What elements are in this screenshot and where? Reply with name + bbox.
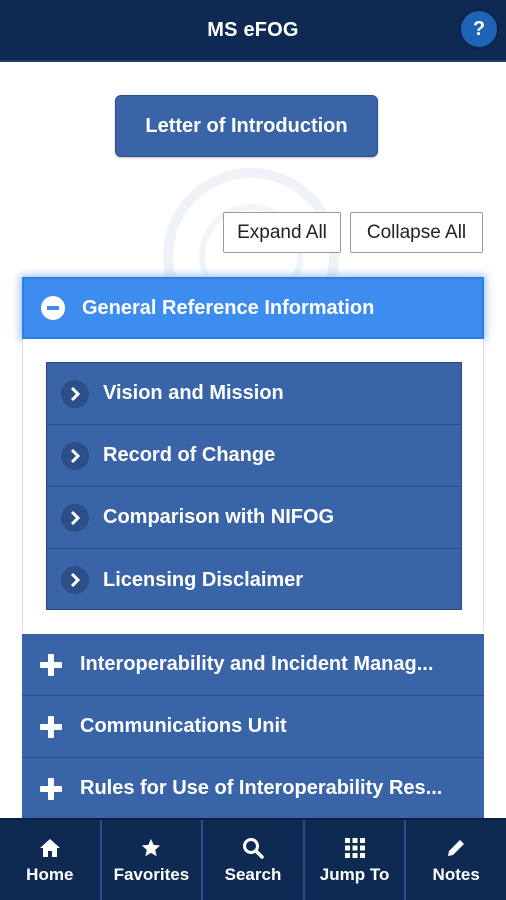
nav-label: Notes bbox=[432, 865, 480, 884]
home-icon bbox=[39, 835, 61, 861]
subitem-label: Licensing Disclaimer bbox=[103, 568, 304, 591]
nav-home[interactable]: Home bbox=[0, 820, 102, 900]
search-icon bbox=[242, 835, 264, 861]
section-general-reference[interactable]: General Reference Information bbox=[22, 277, 484, 339]
section-label: General Reference Information bbox=[82, 296, 375, 319]
subitem-label: Record of Change bbox=[103, 444, 276, 466]
app-header: MS eFOG ? bbox=[0, 0, 506, 62]
nav-jump-to[interactable]: Jump To bbox=[305, 820, 407, 900]
plus-icon bbox=[40, 715, 62, 738]
nav-label: Jump To bbox=[319, 865, 390, 884]
nav-search[interactable]: Search bbox=[203, 820, 305, 900]
app-title: MS eFOG bbox=[207, 18, 299, 41]
nav-notes[interactable]: Notes bbox=[406, 820, 506, 900]
nav-label: Search bbox=[224, 865, 282, 884]
subitem-label: Vision and Mission bbox=[103, 382, 284, 404]
section-label: Interoperability and Incident Manag... bbox=[80, 653, 434, 675]
subitem-label: Comparison with NIFOG bbox=[103, 506, 335, 528]
expand-all-button[interactable]: Expand All bbox=[223, 212, 341, 253]
help-button[interactable]: ? bbox=[459, 9, 499, 49]
plus-icon bbox=[40, 777, 62, 800]
subitem-record-of-change[interactable]: Record of Change bbox=[47, 425, 461, 487]
chevron-right-icon bbox=[61, 441, 89, 470]
subitem-list: Vision and Mission Record of Change Comp… bbox=[46, 362, 462, 610]
chevron-right-icon bbox=[61, 503, 89, 532]
nav-label: Home bbox=[26, 865, 74, 884]
section-rules-for-use[interactable]: Rules for Use of Interoperability Res... bbox=[22, 758, 484, 820]
subitem-comparison-with-nifog[interactable]: Comparison with NIFOG bbox=[47, 487, 461, 549]
chevron-right-icon bbox=[61, 566, 89, 594]
minus-icon bbox=[41, 296, 65, 320]
collapse-all-button[interactable]: Collapse All bbox=[350, 212, 483, 253]
letter-of-introduction-button[interactable]: Letter of Introduction bbox=[115, 95, 378, 157]
bottom-nav: Home Favorites Search Jump To Notes bbox=[0, 818, 506, 900]
help-icon: ? bbox=[472, 17, 486, 40]
subitem-licensing-disclaimer[interactable]: Licensing Disclaimer bbox=[47, 549, 461, 611]
plus-icon bbox=[40, 653, 62, 676]
chevron-right-icon bbox=[61, 379, 89, 408]
section-label: Rules for Use of Interoperability Res... bbox=[80, 777, 443, 799]
section-interoperability[interactable]: Interoperability and Incident Manag... bbox=[22, 634, 484, 696]
grid-icon bbox=[344, 835, 366, 861]
pencil-icon bbox=[445, 835, 467, 861]
section-label: Communications Unit bbox=[80, 715, 287, 737]
subitem-vision-and-mission[interactable]: Vision and Mission bbox=[47, 363, 461, 425]
section-communications-unit[interactable]: Communications Unit bbox=[22, 696, 484, 758]
nav-favorites[interactable]: Favorites bbox=[102, 820, 204, 900]
star-icon bbox=[140, 835, 162, 861]
nav-label: Favorites bbox=[113, 865, 190, 884]
